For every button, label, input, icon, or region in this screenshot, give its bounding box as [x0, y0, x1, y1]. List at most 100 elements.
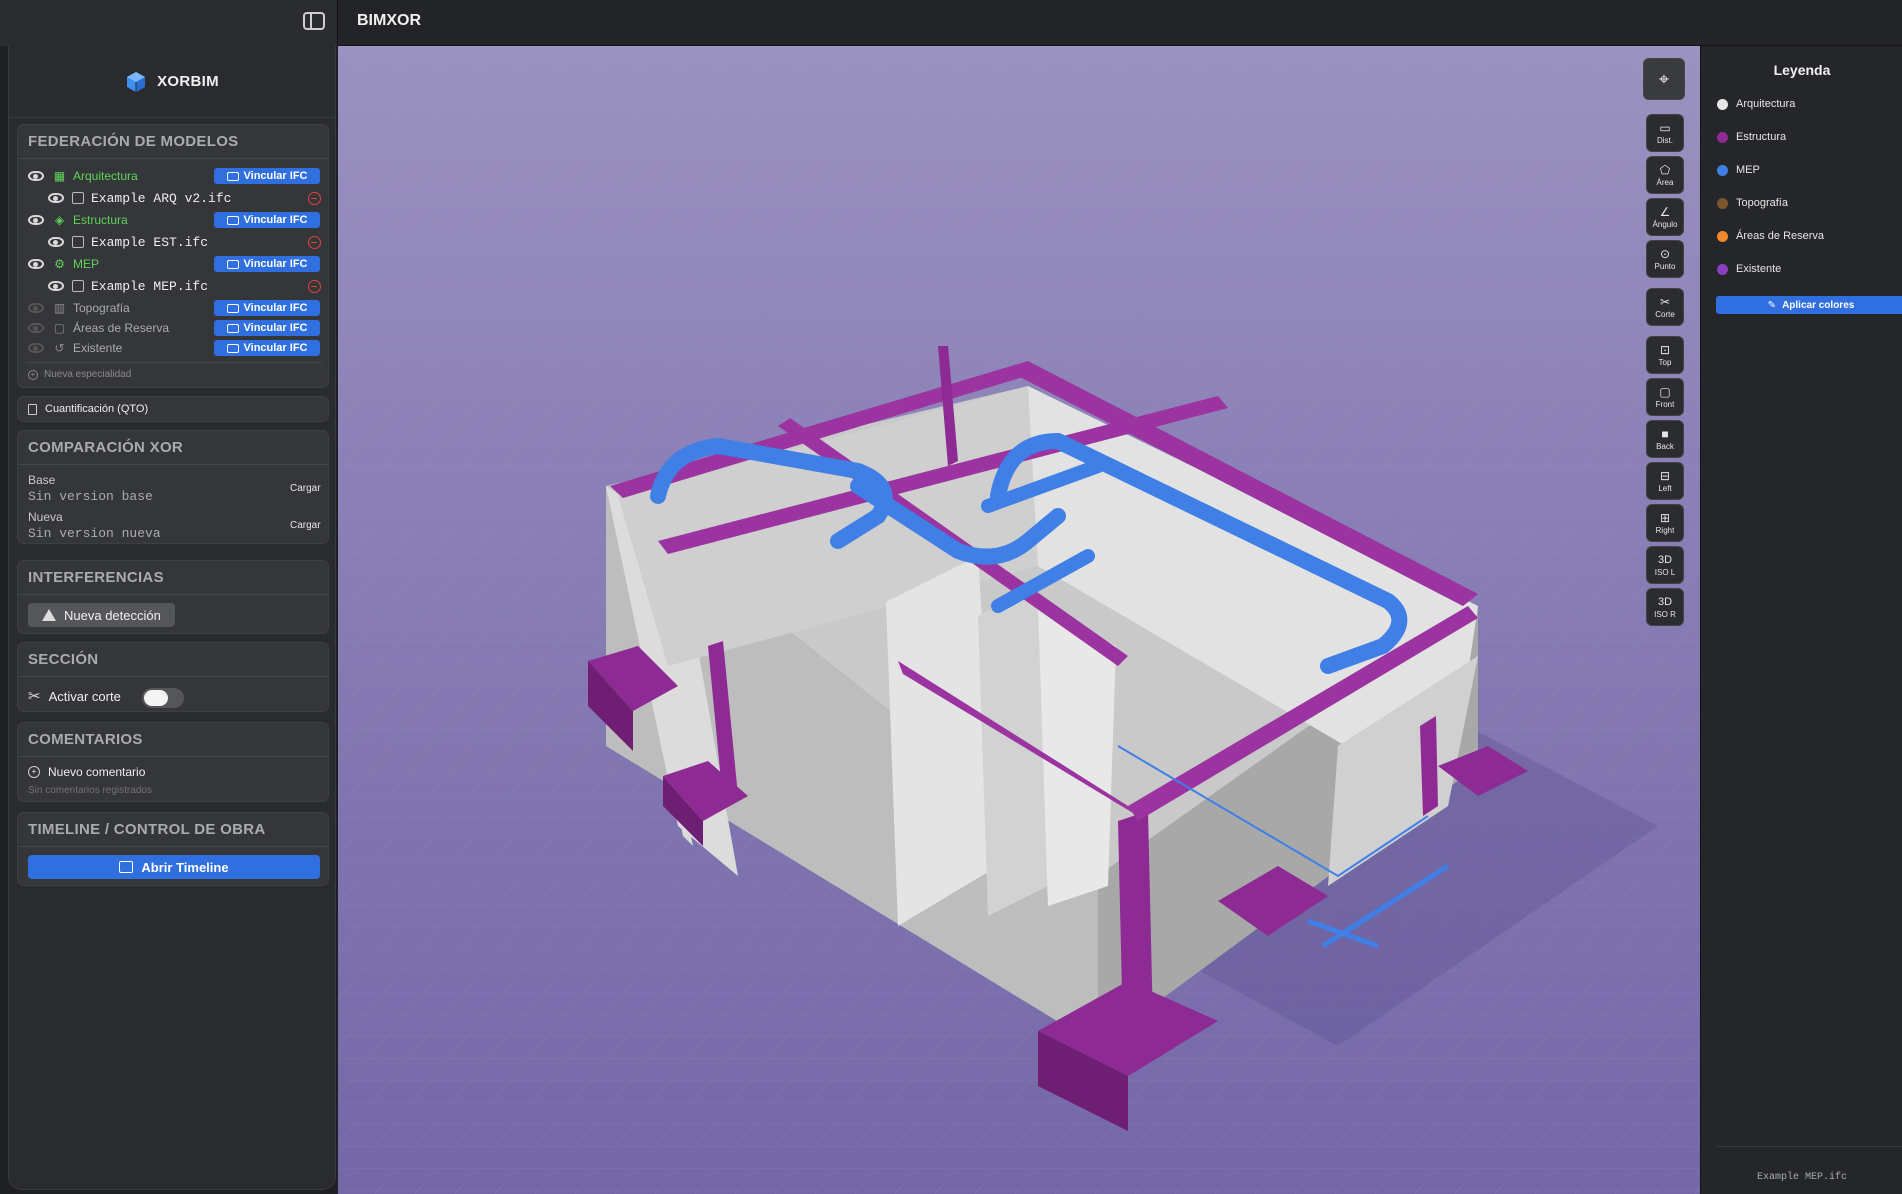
- view-top-icon: ⊡: [1659, 342, 1671, 357]
- specialty-label: Estructura: [73, 213, 128, 227]
- new-comment-button[interactable]: + Nuevo comentario: [28, 765, 145, 779]
- file-row-arq[interactable]: Example ARQ v2.ifc: [48, 187, 231, 209]
- top-bar: BIMXOR: [0, 0, 1902, 46]
- area-icon: ⬠: [1659, 162, 1671, 177]
- visibility-eye-icon[interactable]: [48, 237, 64, 247]
- tool-distance[interactable]: ▭ Dist.: [1646, 114, 1684, 152]
- comments-empty: Sin comentarios registrados: [28, 785, 152, 796]
- legend-item-arquitectura[interactable]: Arquitectura: [1717, 98, 1795, 110]
- tool-label: ISO R: [1654, 609, 1676, 619]
- load-base-button[interactable]: Cargar: [290, 483, 321, 494]
- view-right[interactable]: ⊞ Right: [1646, 504, 1684, 542]
- sidebar-toggle-icon[interactable]: [303, 12, 325, 30]
- view-iso-left[interactable]: 3D ISO L: [1646, 546, 1684, 584]
- visibility-eye-icon[interactable]: [28, 259, 44, 269]
- federation-card: FEDERACIÓN DE MODELOS ▦ Arquitectura Vin…: [17, 124, 329, 388]
- legend-label: Arquitectura: [1736, 98, 1796, 110]
- layers-icon: ◈: [54, 212, 65, 227]
- link-ifc-button-mep[interactable]: Vincular IFC: [214, 256, 320, 272]
- visibility-eye-icon[interactable]: [28, 323, 44, 333]
- specialty-label: Topografía: [73, 301, 130, 315]
- building-model[interactable]: [338, 46, 1700, 1194]
- specialty-row-estructura[interactable]: ◈ Estructura: [28, 209, 128, 231]
- specialty-row-existente[interactable]: ↺ Existente: [28, 337, 122, 359]
- tool-point[interactable]: ⊙ Punto: [1646, 240, 1684, 278]
- link-ifc-label: Vincular IFC: [243, 258, 308, 270]
- specialty-label: Arquitectura: [73, 169, 138, 183]
- calculator-icon: [28, 403, 37, 415]
- specialty-row-arquitectura[interactable]: ▦ Arquitectura: [28, 165, 138, 187]
- specialty-row-mep[interactable]: ⚙ MEP: [28, 253, 99, 275]
- comparison-card: COMPARACIÓN XOR Base Sin version base Ca…: [17, 430, 329, 544]
- tool-label: Left: [1658, 483, 1672, 493]
- specialty-row-topografia[interactable]: ▥ Topografía: [28, 297, 130, 319]
- specialty-label: Áreas de Reserva: [73, 321, 170, 335]
- legend-item-mep[interactable]: MEP: [1717, 164, 1760, 176]
- color-dot: [1717, 263, 1728, 275]
- visibility-eye-icon[interactable]: [48, 281, 64, 291]
- load-new-button[interactable]: Cargar: [290, 520, 321, 531]
- new-specialty-label: Nueva especialidad: [44, 369, 132, 380]
- color-dot: [1717, 230, 1728, 242]
- color-dot: [1717, 164, 1728, 176]
- visibility-eye-icon[interactable]: [48, 193, 64, 203]
- apply-colors-button[interactable]: ✎ Aplicar colores: [1716, 296, 1902, 314]
- visibility-eye-icon[interactable]: [28, 343, 44, 353]
- visibility-eye-icon[interactable]: [28, 215, 44, 225]
- tool-cut[interactable]: ✂ Corte: [1646, 288, 1684, 326]
- qto-card[interactable]: Cuantificación (QTO): [17, 396, 329, 422]
- legend-item-topografia[interactable]: Topografía: [1717, 197, 1788, 209]
- view-left[interactable]: ⊟ Left: [1646, 462, 1684, 500]
- tool-label: Ángulo: [1652, 219, 1678, 229]
- comment-icon: +: [28, 766, 40, 778]
- legend-item-estructura[interactable]: Estructura: [1717, 131, 1786, 143]
- brand-name: XORBIM: [157, 73, 219, 90]
- view-top[interactable]: ⊡ Top: [1646, 336, 1684, 374]
- link-ifc-button-areas-reserva[interactable]: Vincular IFC: [214, 320, 320, 336]
- timeline-card: TIMELINE / CONTROL DE OBRA Abrir Timelin…: [17, 812, 329, 886]
- specialty-row-areas-reserva[interactable]: ▢ Áreas de Reserva: [28, 317, 169, 339]
- remove-file-icon[interactable]: [308, 192, 321, 205]
- remove-file-icon[interactable]: [308, 280, 321, 293]
- link-ifc-button-arquitectura[interactable]: Vincular IFC: [214, 168, 320, 184]
- link-ifc-button-existente[interactable]: Vincular IFC: [214, 340, 320, 356]
- link-ifc-button-estructura[interactable]: Vincular IFC: [214, 212, 320, 228]
- remove-file-icon[interactable]: [308, 236, 321, 249]
- base-label: Base: [28, 473, 56, 487]
- tool-angle[interactable]: ∠ Ángulo: [1646, 198, 1684, 236]
- timeline-heading: TIMELINE / CONTROL DE OBRA: [18, 813, 328, 847]
- cube-icon: [72, 236, 84, 248]
- legend-label: MEP: [1736, 164, 1760, 176]
- file-row-est[interactable]: Example EST.ifc: [48, 231, 208, 253]
- cube-icon: [72, 192, 84, 204]
- legend-item-existente[interactable]: Existente: [1717, 263, 1781, 275]
- recenter-button[interactable]: ⌖: [1643, 58, 1685, 100]
- legend-divider: [1717, 1146, 1902, 1147]
- column: [1420, 716, 1438, 816]
- legend-item-areas-reserva[interactable]: Áreas de Reserva: [1717, 230, 1824, 242]
- new-specialty-button[interactable]: + Nueva especialidad: [28, 369, 131, 380]
- view-front[interactable]: ▢ Front: [1646, 378, 1684, 416]
- link-ifc-label: Vincular IFC: [243, 214, 308, 226]
- new-value: Sin version nueva: [28, 526, 161, 541]
- app-title: BIMXOR: [357, 12, 421, 29]
- tool-area[interactable]: ⬠ Área: [1646, 156, 1684, 194]
- new-label: Nueva: [28, 510, 63, 524]
- view-iso-right[interactable]: 3D ISO R: [1646, 588, 1684, 626]
- view-back[interactable]: ■ Back: [1646, 420, 1684, 458]
- visibility-eye-icon[interactable]: [28, 171, 44, 181]
- 3d-viewport[interactable]: [338, 46, 1700, 1194]
- section-toggle-label: Activar corte: [48, 688, 121, 704]
- tool-label: Área: [1656, 177, 1674, 187]
- sidebar-header-strip: [0, 0, 338, 46]
- view-back-icon: ■: [1661, 426, 1669, 441]
- link-ifc-button-topografia[interactable]: Vincular IFC: [214, 300, 320, 316]
- visibility-eye-icon[interactable]: [28, 303, 44, 313]
- qto-row[interactable]: Cuantificación (QTO): [28, 403, 148, 415]
- new-detection-button[interactable]: Nueva detección: [28, 603, 175, 627]
- open-timeline-button[interactable]: Abrir Timeline: [28, 855, 320, 879]
- toggle-knob: [144, 690, 168, 706]
- file-row-mep[interactable]: Example MEP.ifc: [48, 275, 208, 297]
- legend-label: Estructura: [1736, 131, 1787, 143]
- section-toggle[interactable]: [142, 688, 184, 708]
